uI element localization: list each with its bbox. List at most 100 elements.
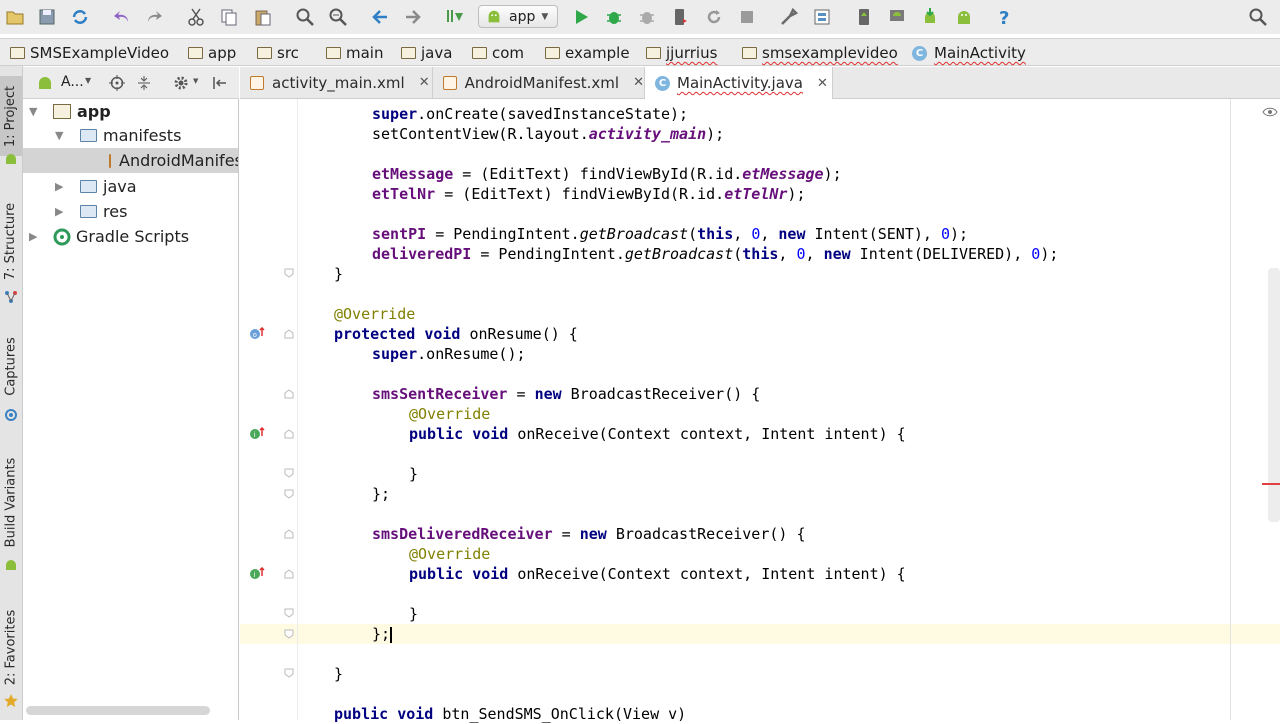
fold-start-icon[interactable] bbox=[284, 429, 294, 439]
breadcrumb-item[interactable]: example bbox=[545, 42, 630, 64]
run-icon[interactable] bbox=[569, 5, 593, 29]
code-line: } bbox=[409, 464, 418, 484]
tool-tab-structure[interactable]: 7: Structure bbox=[0, 196, 22, 286]
fold-start-icon[interactable] bbox=[284, 529, 294, 539]
code-line: smsDeliveredReceiver = new BroadcastRece… bbox=[372, 524, 806, 544]
make-icon[interactable] bbox=[443, 5, 467, 29]
code-token: 0 bbox=[751, 225, 761, 243]
redo-icon[interactable] bbox=[142, 5, 166, 29]
forward-icon[interactable] bbox=[401, 5, 425, 29]
breadcrumb-label: smsexamplevideo bbox=[762, 44, 898, 62]
sdk-download-icon[interactable] bbox=[918, 5, 942, 29]
replace-icon[interactable] bbox=[326, 5, 350, 29]
avd-manager-icon[interactable] bbox=[852, 5, 876, 29]
breadcrumb-item[interactable]: java bbox=[401, 42, 452, 64]
debug-icon[interactable] bbox=[602, 5, 626, 29]
tree-node-androidmanifest[interactable]: AndroidManifest.xml bbox=[23, 148, 238, 173]
paste-icon[interactable] bbox=[251, 5, 275, 29]
svg-text:o: o bbox=[253, 331, 257, 339]
breadcrumb-item[interactable]: jjurrius bbox=[646, 42, 717, 64]
star-icon bbox=[4, 694, 18, 707]
stop-icon[interactable] bbox=[735, 5, 759, 29]
fold-end-icon[interactable] bbox=[284, 268, 294, 278]
chevron-down-icon[interactable]: ▼ bbox=[85, 76, 91, 85]
fold-end-icon[interactable] bbox=[284, 629, 294, 639]
breadcrumb-label: java bbox=[421, 44, 453, 62]
code-token: Intent(DELIVERED), bbox=[850, 245, 1032, 263]
project-view-selector[interactable]: A... bbox=[61, 74, 84, 90]
android-device-monitor-icon[interactable] bbox=[885, 5, 909, 29]
fold-start-icon[interactable] bbox=[284, 569, 294, 579]
save-icon[interactable] bbox=[35, 5, 59, 29]
fold-end-icon[interactable] bbox=[284, 608, 294, 618]
close-icon[interactable]: ✕ bbox=[419, 75, 430, 90]
tree-node-app[interactable]: ▼ app bbox=[23, 99, 238, 124]
tab-androidmanifest-xml[interactable]: AndroidManifest.xml ✕ bbox=[433, 67, 645, 98]
tree-node-gradle-scripts[interactable]: ▶ Gradle Scripts bbox=[23, 224, 238, 249]
apply-changes-icon[interactable] bbox=[668, 5, 692, 29]
breadcrumb-item[interactable]: app bbox=[188, 42, 236, 64]
search-everywhere-icon[interactable] bbox=[1246, 5, 1270, 29]
tool-tab-project[interactable]: 1: Project bbox=[0, 76, 22, 156]
tool-tab-favorites[interactable]: 2: Favorites bbox=[0, 601, 22, 693]
locate-icon[interactable] bbox=[109, 75, 125, 91]
fold-start-icon[interactable] bbox=[284, 329, 294, 339]
error-stripe-marker[interactable] bbox=[1262, 483, 1280, 485]
fold-end-icon[interactable] bbox=[284, 489, 294, 499]
breadcrumb-item[interactable]: smsexamplevideo bbox=[742, 42, 898, 64]
code-token: @Override bbox=[334, 305, 416, 323]
code-line: etMessage = (EditText) findViewById(R.id… bbox=[372, 164, 842, 184]
tool-tab-build-variants[interactable]: Build Variants bbox=[0, 446, 22, 558]
undo-icon[interactable] bbox=[110, 5, 134, 29]
tab-mainactivity-java[interactable]: C MainActivity.java ✕ bbox=[645, 67, 833, 99]
back-icon[interactable] bbox=[368, 5, 392, 29]
package-icon bbox=[742, 47, 757, 59]
breadcrumb-item[interactable]: main bbox=[326, 42, 383, 64]
class-icon: C bbox=[655, 75, 670, 91]
close-icon[interactable]: ✕ bbox=[817, 76, 828, 91]
fold-end-icon[interactable] bbox=[284, 468, 294, 478]
code-token: this bbox=[697, 225, 734, 243]
android-icon[interactable] bbox=[952, 5, 976, 29]
hide-panel-icon[interactable] bbox=[211, 75, 227, 91]
tab-activity-main-xml[interactable]: activity_main.xml ✕ bbox=[240, 67, 433, 98]
collapse-all-icon[interactable] bbox=[136, 75, 152, 91]
open-folder-icon[interactable] bbox=[3, 5, 27, 29]
svg-text:i: i bbox=[254, 571, 256, 579]
overrides-method-icon[interactable]: o bbox=[249, 327, 265, 341]
sdk-manager-icon[interactable] bbox=[777, 5, 801, 29]
tree-node-java[interactable]: ▶ java bbox=[23, 174, 238, 199]
eye-icon[interactable] bbox=[1262, 106, 1278, 118]
run-configuration-selector[interactable]: app ▼ bbox=[478, 5, 558, 28]
project-structure-icon[interactable] bbox=[810, 5, 834, 29]
tool-tab-captures[interactable]: Captures bbox=[0, 331, 22, 401]
breadcrumb-item[interactable]: com bbox=[472, 42, 524, 64]
implements-method-icon[interactable]: i bbox=[249, 427, 265, 441]
code-token: onReceive(Context context, Intent intent… bbox=[508, 565, 906, 583]
breadcrumb-item[interactable]: C MainActivity bbox=[912, 42, 1026, 64]
fold-end-icon[interactable] bbox=[284, 668, 294, 678]
attach-debugger-icon[interactable] bbox=[635, 5, 659, 29]
code-token: , bbox=[805, 245, 824, 263]
help-icon[interactable]: ? bbox=[993, 5, 1017, 29]
tree-node-res[interactable]: ▶ res bbox=[23, 199, 238, 224]
tree-node-manifests[interactable]: ▼ manifests bbox=[23, 123, 238, 148]
implements-method-icon[interactable]: i bbox=[249, 567, 265, 581]
collapsed-triangle-icon[interactable]: ▶ bbox=[55, 205, 63, 218]
chevron-down-icon[interactable]: ▼ bbox=[193, 77, 198, 85]
collapsed-triangle-icon[interactable]: ▶ bbox=[29, 230, 37, 243]
collapsed-triangle-icon[interactable]: ▶ bbox=[55, 180, 63, 193]
copy-icon[interactable] bbox=[217, 5, 241, 29]
close-icon[interactable]: ✕ bbox=[633, 75, 644, 90]
breadcrumb-item[interactable]: SMSExampleVideo bbox=[10, 42, 169, 64]
project-horizontal-scrollbar[interactable] bbox=[26, 706, 210, 715]
gear-icon[interactable] bbox=[173, 75, 189, 91]
expand-triangle-icon[interactable]: ▼ bbox=[29, 105, 37, 118]
breadcrumb-item[interactable]: src bbox=[257, 42, 299, 64]
find-icon[interactable] bbox=[293, 5, 317, 29]
cut-icon[interactable] bbox=[184, 5, 208, 29]
fold-start-icon[interactable] bbox=[284, 389, 294, 399]
expand-triangle-icon[interactable]: ▼ bbox=[55, 129, 63, 142]
sync-icon[interactable] bbox=[68, 5, 92, 29]
rerun-icon[interactable] bbox=[702, 5, 726, 29]
